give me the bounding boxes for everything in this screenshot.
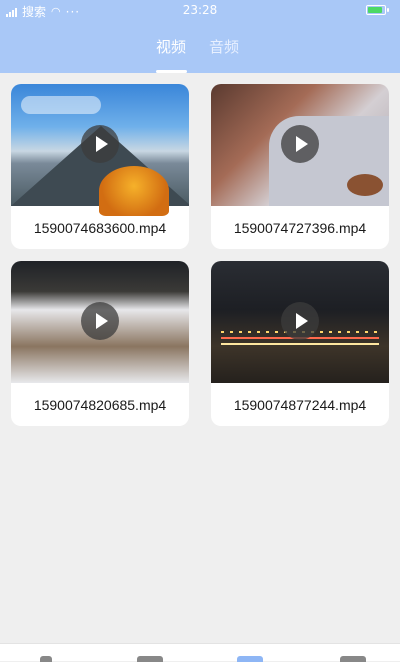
status-bar: 搜索 ◠ ··· 23:28 [0, 0, 400, 22]
video-filename: 1590074727396.mp4 [233, 220, 367, 236]
folder-icon[interactable] [237, 656, 263, 662]
status-time: 23:28 [182, 3, 218, 17]
battery-icon [366, 5, 389, 15]
nav-item-4-icon[interactable] [340, 656, 366, 662]
play-icon[interactable] [81, 125, 119, 163]
media-tabs: 视频 音频 [0, 36, 400, 73]
bottom-nav [0, 643, 400, 662]
video-card[interactable]: 1590074820685.mp4 [11, 261, 189, 426]
play-icon[interactable] [281, 302, 319, 340]
app-header: 搜索 ◠ ··· 23:28 视频 音频 [0, 0, 400, 73]
play-icon[interactable] [81, 302, 119, 340]
tab-audio[interactable]: 音频 [209, 36, 239, 57]
video-card[interactable]: 1590074877244.mp4 [211, 261, 389, 426]
play-icon[interactable] [281, 125, 319, 163]
video-filename: 1590074683600.mp4 [33, 220, 167, 236]
nav-item-1-icon[interactable] [40, 656, 52, 662]
video-grid: 1590074683600.mp4 1590074727396.mp4 1590… [0, 73, 400, 643]
video-card[interactable]: 1590074683600.mp4 [11, 84, 189, 249]
tab-video[interactable]: 视频 [156, 36, 186, 57]
video-card[interactable]: 1590074727396.mp4 [211, 84, 389, 249]
video-filename: 1590074820685.mp4 [33, 397, 167, 413]
video-filename: 1590074877244.mp4 [233, 397, 367, 413]
nav-item-2-icon[interactable] [137, 656, 163, 662]
